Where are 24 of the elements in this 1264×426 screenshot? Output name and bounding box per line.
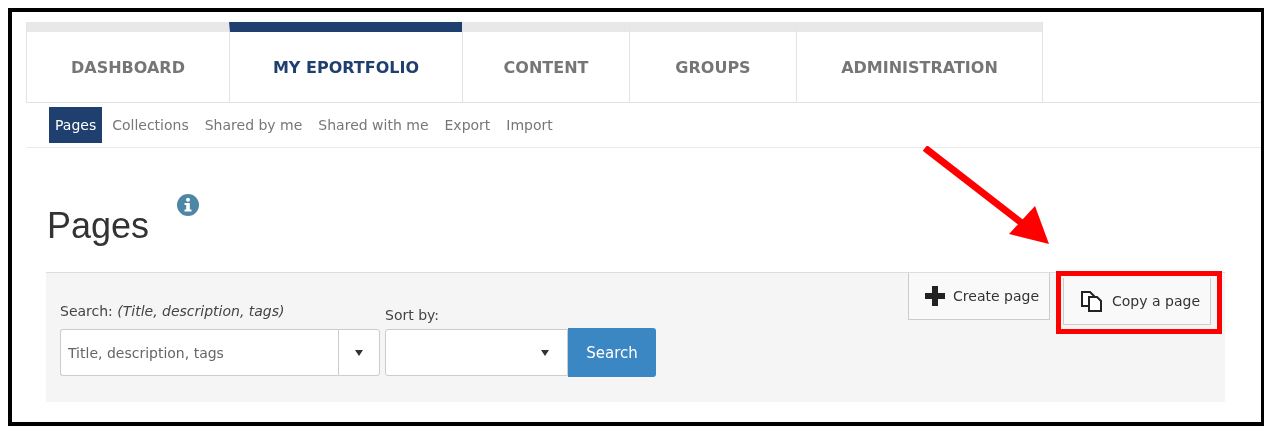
search-label: Search: (Title, description, tags) xyxy=(60,303,286,321)
nav-tab[interactable]: MY EPORTFOLIO xyxy=(229,22,462,102)
copy-icon xyxy=(1080,289,1105,313)
info-icon[interactable] xyxy=(177,194,200,216)
subnav-link[interactable]: Shared with me xyxy=(312,107,435,143)
subnav-link[interactable]: Export xyxy=(438,107,497,143)
caret-icon xyxy=(541,349,549,356)
subnav-link[interactable]: Pages xyxy=(49,107,103,143)
sort-label: Sort by: xyxy=(385,307,441,325)
subnav-link[interactable]: Shared by me xyxy=(198,107,309,143)
nav-tab[interactable]: GROUPS xyxy=(629,22,796,102)
create-page-button[interactable]: Create page xyxy=(908,273,1051,320)
nav-tab[interactable]: ADMINISTRATION xyxy=(796,22,1042,102)
copy-page-button[interactable]: Copy a page xyxy=(1063,278,1211,325)
subnav-link[interactable]: Collections xyxy=(106,107,195,143)
caret-icon xyxy=(355,349,363,356)
nav-tab[interactable]: CONTENT xyxy=(462,22,629,102)
page-title: Pages xyxy=(47,206,150,246)
search-button[interactable]: Search xyxy=(568,328,656,377)
dropdown-toggle[interactable] xyxy=(338,329,380,376)
search-field[interactable]: Title, description, tags xyxy=(60,329,338,376)
plus-icon xyxy=(925,286,946,306)
sort-select[interactable] xyxy=(385,329,568,376)
subnav-link[interactable]: Import xyxy=(500,107,559,143)
